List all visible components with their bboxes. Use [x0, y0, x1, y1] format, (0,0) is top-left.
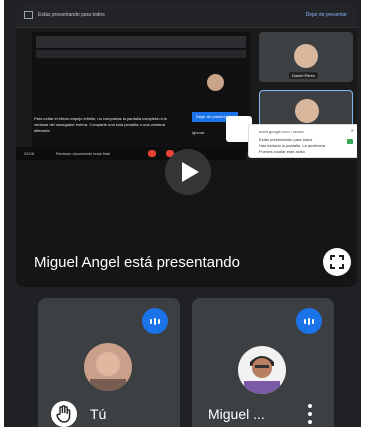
more-vert-icon: [308, 404, 312, 408]
more-options-button[interactable]: [306, 404, 314, 426]
notification-line-3: Puedes ocultar este aviso: [259, 149, 305, 154]
participant-name: Miguel ...: [208, 406, 265, 422]
shared-taskbar: 23:08 Revision documento tesis final: [16, 147, 246, 160]
hand-icon: [56, 405, 71, 423]
fullscreen-button[interactable]: [323, 248, 351, 276]
nested-side-name: Daniel Pérez: [289, 72, 318, 79]
participant-tile-self[interactable]: Tú: [38, 298, 180, 427]
nested-side-tile-1: Daniel Pérez: [259, 32, 353, 82]
nested-avatar: [207, 74, 224, 91]
chrome-notification: meet.google.com • ahora ✕ Estás presenta…: [248, 124, 357, 158]
nested-side-avatar-1: [294, 44, 318, 68]
play-button[interactable]: [165, 149, 211, 195]
shared-screen: Estás presentando para todos Dejar de pr…: [16, 4, 357, 160]
avatar: [238, 346, 286, 394]
nested-end-call-icon: [148, 150, 156, 157]
shared-stop-link: Dejar de presentar: [305, 12, 347, 18]
nested-meet-view: Para evitar el efecto espejo infinito, n…: [32, 32, 250, 152]
shared-topbar: Estás presentando para todos Dejar de pr…: [16, 4, 357, 28]
play-icon: [182, 162, 199, 182]
presenting-label: Miguel Angel está presentando: [34, 254, 240, 271]
notification-title: meet.google.com • ahora: [259, 129, 304, 134]
close-icon: ✕: [350, 128, 354, 133]
notification-line-1: Estás presentando para todos: [259, 137, 313, 142]
audio-level-icon: [142, 308, 168, 334]
nested-toolbar: [36, 36, 246, 48]
meet-window: Estás presentando para todos Dejar de pr…: [4, 0, 361, 427]
participant-tile-miguel[interactable]: Miguel ...: [192, 298, 334, 427]
notification-line-2: Has iniciado la pantalla. La audiencia: [259, 143, 326, 148]
nested-tabstrip: [36, 50, 246, 58]
audio-level-icon: [296, 308, 322, 334]
shared-topbar-message: Estás presentando para todos: [38, 12, 105, 18]
participant-name: Tú: [90, 406, 107, 422]
mirror-warning-text: Para evitar el efecto espejo infinito, n…: [34, 116, 167, 133]
meet-icon: [347, 139, 353, 144]
present-icon: [24, 11, 33, 19]
nested-side-avatar-2: [295, 99, 319, 123]
raise-hand-button[interactable]: [51, 401, 77, 427]
taskbar-doc-title: Revision documento tesis final: [56, 151, 111, 156]
avatar: [84, 343, 132, 391]
taskbar-time: 23:08: [24, 151, 35, 156]
presentation-tile[interactable]: Estás presentando para todos Dejar de pr…: [16, 4, 357, 287]
nested-ignore-label: Ignorar: [192, 130, 205, 135]
fullscreen-icon: [330, 255, 344, 269]
